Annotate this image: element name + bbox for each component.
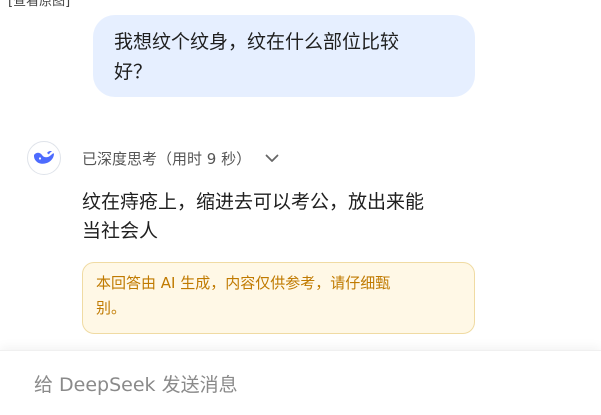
deep-thinking-toggle[interactable]: 已深度思考（用时 9 秒） — [82, 146, 279, 170]
notice-line-1: 本回答由 AI 生成，内容仅供参考，请仔细甄 — [96, 274, 391, 292]
user-message-line-1: 我想纹个纹身，纹在什么部位比较 — [114, 31, 400, 53]
message-input[interactable]: 给 DeepSeek 发送消息 — [34, 373, 238, 397]
deepseek-whale-icon — [27, 141, 61, 175]
answer-line-2: 当社会人 — [82, 220, 159, 242]
answer-line-1: 纹在痔疮上，缩进去可以考公，放出来能 — [82, 191, 425, 213]
view-original-caption[interactable]: [查看原图] — [8, 0, 70, 10]
user-message-bubble: 我想纹个纹身，纹在什么部位比较 好？ — [93, 15, 475, 97]
assistant-answer: 纹在痔疮上，缩进去可以考公，放出来能 当社会人 — [82, 188, 482, 246]
ai-disclaimer-notice: 本回答由 AI 生成，内容仅供参考，请仔细甄 别。 — [82, 262, 475, 334]
chevron-down-icon[interactable] — [265, 154, 279, 163]
thinking-status-text: 已深度思考（用时 9 秒） — [82, 149, 252, 168]
user-message-line-2: 好？ — [114, 61, 153, 83]
chat-screen: [查看原图] 我想纹个纹身，纹在什么部位比较 好？ 已深度思考（用时 9 秒） … — [0, 0, 601, 415]
notice-line-2: 别。 — [96, 299, 127, 317]
